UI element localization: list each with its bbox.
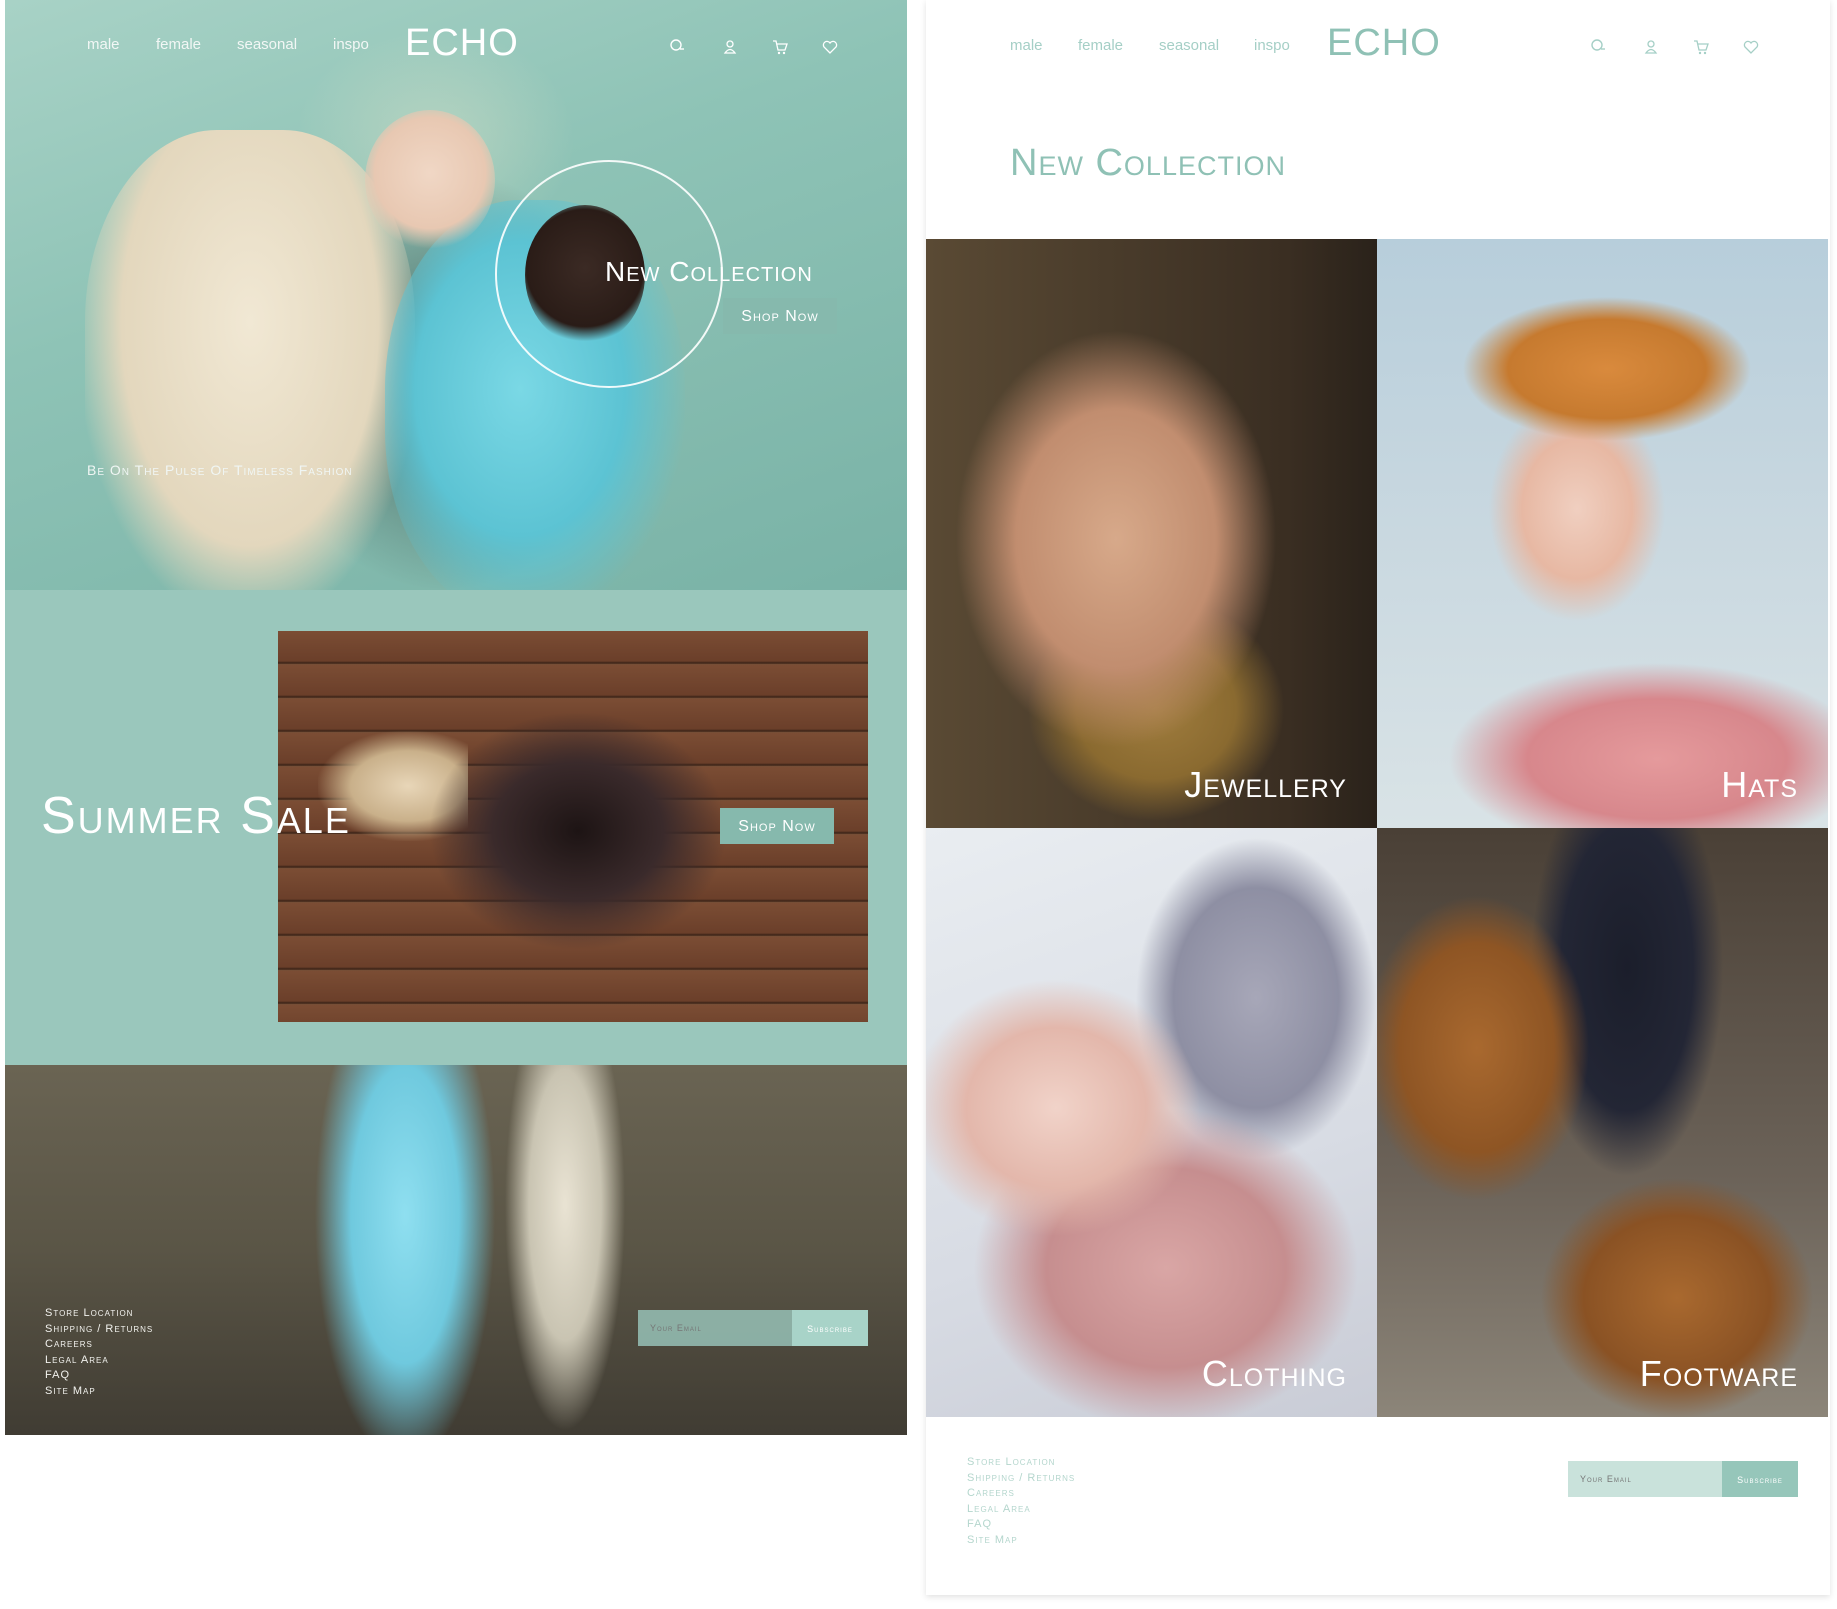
footer-link-shipping-returns[interactable]: Shipping / Returns (45, 1322, 153, 1338)
hero-model-image (85, 130, 415, 590)
category-label: Footware (1639, 1353, 1798, 1394)
nav-link-seasonal[interactable]: seasonal (1159, 37, 1219, 54)
footer-link-legal-area[interactable]: Legal Area (967, 1502, 1075, 1518)
footer-link-site-map[interactable]: Site Map (967, 1533, 1075, 1549)
subscribe-button[interactable]: Subscribe (792, 1310, 868, 1346)
page-title: New Collection (1010, 142, 1286, 184)
newsletter-form: Subscribe (1568, 1461, 1798, 1497)
footer-link-site-map[interactable]: Site Map (45, 1384, 153, 1400)
user-icon[interactable] (721, 38, 739, 56)
hero-tagline: Be On The Pulse Of Timeless Fashion (87, 462, 353, 478)
nav-link-female[interactable]: female (156, 36, 201, 53)
footer-link-shipping-returns[interactable]: Shipping / Returns (967, 1471, 1075, 1487)
category-tile-jewellery[interactable]: Jewellery (926, 239, 1377, 828)
search-icon[interactable] (1590, 38, 1608, 56)
summer-sale-section: Summer Sale Shop Now (5, 590, 907, 1065)
email-input[interactable] (1568, 1461, 1722, 1497)
nav-link-male[interactable]: male (1010, 37, 1043, 54)
brand-logo[interactable]: ECHO (405, 22, 519, 65)
hero-title: New Collection (605, 256, 813, 287)
shop-now-button[interactable]: Shop Now (723, 298, 837, 334)
cart-icon[interactable] (771, 38, 789, 56)
subscribe-button[interactable]: Subscribe (1722, 1461, 1798, 1497)
category-tile-clothing[interactable]: Clothing (926, 828, 1377, 1417)
shop-now-button[interactable]: Shop Now (720, 808, 834, 844)
footer-links: Store Location Shipping / Returns Career… (45, 1306, 153, 1399)
footer-link-careers[interactable]: Careers (967, 1486, 1075, 1502)
footer-links: Store Location Shipping / Returns Career… (967, 1455, 1075, 1548)
search-icon[interactable] (669, 38, 687, 56)
summer-sale-title: Summer Sale (41, 787, 351, 845)
heart-icon[interactable] (821, 38, 839, 56)
cart-icon[interactable] (1692, 38, 1710, 56)
category-label: Clothing (1201, 1353, 1347, 1394)
nav-link-female[interactable]: female (1078, 37, 1123, 54)
hero-model-image (365, 110, 495, 250)
summer-sale-image (428, 711, 728, 951)
footer-link-faq[interactable]: FAQ (967, 1517, 1075, 1533)
hero-section: male female seasonal inspo ECHO New Coll… (5, 0, 907, 590)
footer-link-faq[interactable]: FAQ (45, 1368, 153, 1384)
category-tile-hats[interactable]: Hats (1377, 239, 1828, 828)
heart-icon[interactable] (1742, 38, 1760, 56)
collection-page-mockup: male female seasonal inspo ECHO New Coll… (926, 0, 1830, 1595)
footer-link-store-location[interactable]: Store Location (967, 1455, 1075, 1471)
email-input[interactable] (638, 1310, 792, 1346)
nav-link-inspo[interactable]: inspo (333, 36, 369, 53)
user-icon[interactable] (1642, 38, 1660, 56)
newsletter-form: Subscribe (638, 1310, 868, 1346)
home-page-mockup: male female seasonal inspo ECHO New Coll… (5, 0, 907, 1435)
footer-link-legal-area[interactable]: Legal Area (45, 1353, 153, 1369)
nav-link-inspo[interactable]: inspo (1254, 37, 1290, 54)
nav-link-seasonal[interactable]: seasonal (237, 36, 297, 53)
footer: Store Location Shipping / Returns Career… (5, 1065, 907, 1435)
category-label: Jewellery (1184, 764, 1347, 805)
brand-logo[interactable]: ECHO (1327, 22, 1441, 65)
category-tile-footware[interactable]: Footware (1377, 828, 1828, 1417)
footer-link-careers[interactable]: Careers (45, 1337, 153, 1353)
nav-link-male[interactable]: male (87, 36, 120, 53)
footer-link-store-location[interactable]: Store Location (45, 1306, 153, 1322)
category-label: Hats (1721, 764, 1798, 805)
